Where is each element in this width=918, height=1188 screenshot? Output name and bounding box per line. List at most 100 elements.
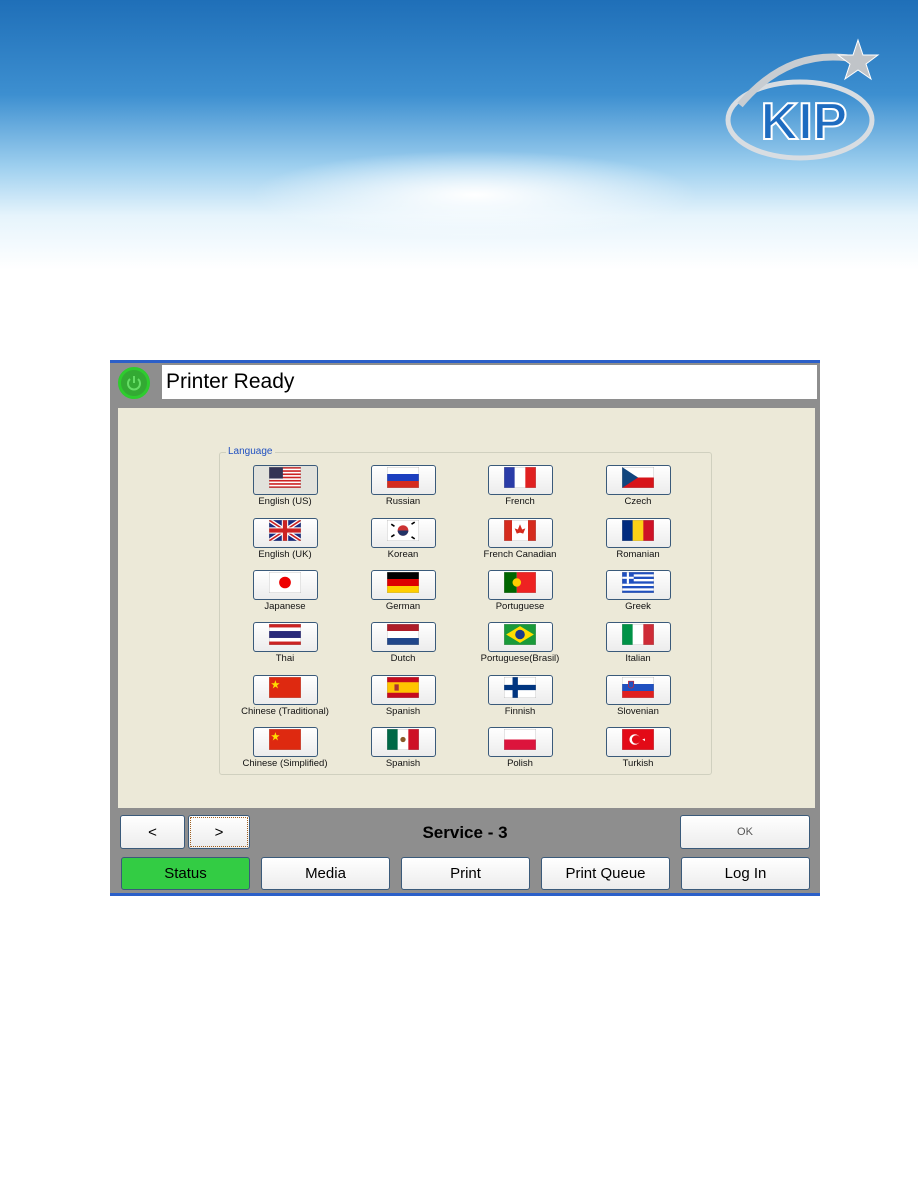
language-option-cn[interactable]: Chinese (Simplified): [235, 727, 335, 769]
language-button[interactable]: [252, 675, 318, 705]
flag-br-icon: [503, 623, 537, 650]
status-title: Printer Ready: [162, 365, 817, 399]
language-label: Finnish: [504, 706, 536, 717]
language-label: Spanish: [385, 706, 421, 717]
language-button[interactable]: [252, 518, 318, 548]
language-option-fi[interactable]: Finnish: [470, 675, 570, 717]
language-button[interactable]: [370, 465, 436, 495]
flag-th-icon: [268, 623, 302, 650]
language-button[interactable]: [605, 622, 671, 652]
language-label: Portuguese(Brasil): [480, 653, 560, 664]
tab-log-in[interactable]: Log In: [681, 857, 810, 890]
language-button[interactable]: [487, 675, 553, 705]
language-label: Italian: [625, 653, 651, 664]
language-button[interactable]: [605, 570, 671, 600]
language-button[interactable]: [605, 465, 671, 495]
flag-tr-icon: [621, 728, 655, 755]
language-button[interactable]: [487, 727, 553, 757]
language-label: Japanese: [264, 601, 306, 612]
flag-fr-icon: [503, 466, 537, 493]
flag-cz-icon: [621, 466, 655, 493]
language-button[interactable]: [252, 727, 318, 757]
language-button[interactable]: [487, 570, 553, 600]
language-label: Czech: [624, 496, 652, 507]
flag-ru-icon: [386, 466, 420, 493]
banner-glow: [250, 150, 700, 240]
language-button[interactable]: [252, 465, 318, 495]
language-option-mx[interactable]: Spanish: [353, 727, 453, 769]
tab-print[interactable]: Print: [401, 857, 530, 890]
tab-print-queue[interactable]: Print Queue: [541, 857, 670, 890]
language-option-fr[interactable]: French: [470, 465, 570, 507]
language-option-kr[interactable]: Korean: [353, 518, 453, 560]
language-option-tr[interactable]: Turkish: [588, 727, 688, 769]
language-option-si[interactable]: Slovenian: [588, 675, 688, 717]
language-option-br[interactable]: Portuguese(Brasil): [470, 622, 570, 664]
language-option-th[interactable]: Thai: [235, 622, 335, 664]
language-option-nl[interactable]: Dutch: [353, 622, 453, 664]
language-button[interactable]: [605, 727, 671, 757]
language-button[interactable]: [370, 622, 436, 652]
language-option-uk[interactable]: English (UK): [235, 518, 335, 560]
flag-nl-icon: [386, 623, 420, 650]
language-button[interactable]: [370, 675, 436, 705]
flag-kr-icon: [386, 519, 420, 546]
language-button[interactable]: [370, 518, 436, 548]
language-button[interactable]: [252, 570, 318, 600]
language-option-de[interactable]: German: [353, 570, 453, 612]
flag-fi-icon: [503, 676, 537, 703]
flag-cn-icon: [268, 676, 302, 703]
language-label: French Canadian: [483, 549, 557, 560]
language-option-pt[interactable]: Portuguese: [470, 570, 570, 612]
language-label: Portuguese: [495, 601, 545, 612]
language-button[interactable]: [605, 675, 671, 705]
language-option-es[interactable]: Spanish: [353, 675, 453, 717]
language-option-gr[interactable]: Greek: [588, 570, 688, 612]
prev-page-button[interactable]: <: [120, 815, 185, 849]
ok-button[interactable]: OK: [680, 815, 810, 849]
tab-status[interactable]: Status: [121, 857, 250, 890]
language-button[interactable]: [370, 727, 436, 757]
flag-gr-icon: [621, 571, 655, 598]
language-label: Turkish: [622, 758, 654, 769]
language-option-ru[interactable]: Russian: [353, 465, 453, 507]
language-button[interactable]: [487, 518, 553, 548]
power-icon[interactable]: [118, 367, 150, 399]
language-button[interactable]: [252, 622, 318, 652]
flag-de-icon: [386, 571, 420, 598]
language-label: Korean: [387, 549, 419, 560]
language-option-it[interactable]: Italian: [588, 622, 688, 664]
page-label: Service - 3: [422, 823, 508, 842]
language-option-cz[interactable]: Czech: [588, 465, 688, 507]
header-banner: KIP: [0, 0, 918, 270]
language-label: Dutch: [390, 653, 416, 664]
language-option-ca[interactable]: French Canadian: [470, 518, 570, 560]
flag-cn-icon: [268, 728, 302, 755]
flag-pl-icon: [503, 728, 537, 755]
tab-media[interactable]: Media: [261, 857, 390, 890]
flag-pt-icon: [503, 571, 537, 598]
flag-ro-icon: [621, 519, 655, 546]
language-button[interactable]: [605, 518, 671, 548]
language-option-pl[interactable]: Polish: [470, 727, 570, 769]
language-label: Chinese (Simplified): [242, 758, 328, 769]
language-button[interactable]: [370, 570, 436, 600]
title-bar: Printer Ready: [110, 363, 820, 403]
language-label: Greek: [625, 601, 651, 612]
printer-panel: Printer Ready Language English (US) Russi…: [110, 360, 820, 896]
next-page-button[interactable]: >: [188, 815, 250, 849]
language-option-cn[interactable]: Chinese (Traditional): [235, 675, 335, 717]
language-button[interactable]: [487, 465, 553, 495]
language-button[interactable]: [487, 622, 553, 652]
language-label: Romanian: [616, 549, 660, 560]
language-option-jp[interactable]: Japanese: [235, 570, 335, 612]
flag-ca-icon: [503, 519, 537, 546]
flag-uk-icon: [267, 518, 303, 546]
language-option-us[interactable]: English (US): [235, 465, 335, 507]
language-label: Polish: [507, 758, 533, 769]
language-label: Thai: [275, 653, 295, 664]
language-option-ro[interactable]: Romanian: [588, 518, 688, 560]
language-label: English (US): [258, 496, 312, 507]
flag-us-icon: [268, 466, 302, 493]
flag-si-icon: [621, 676, 655, 703]
